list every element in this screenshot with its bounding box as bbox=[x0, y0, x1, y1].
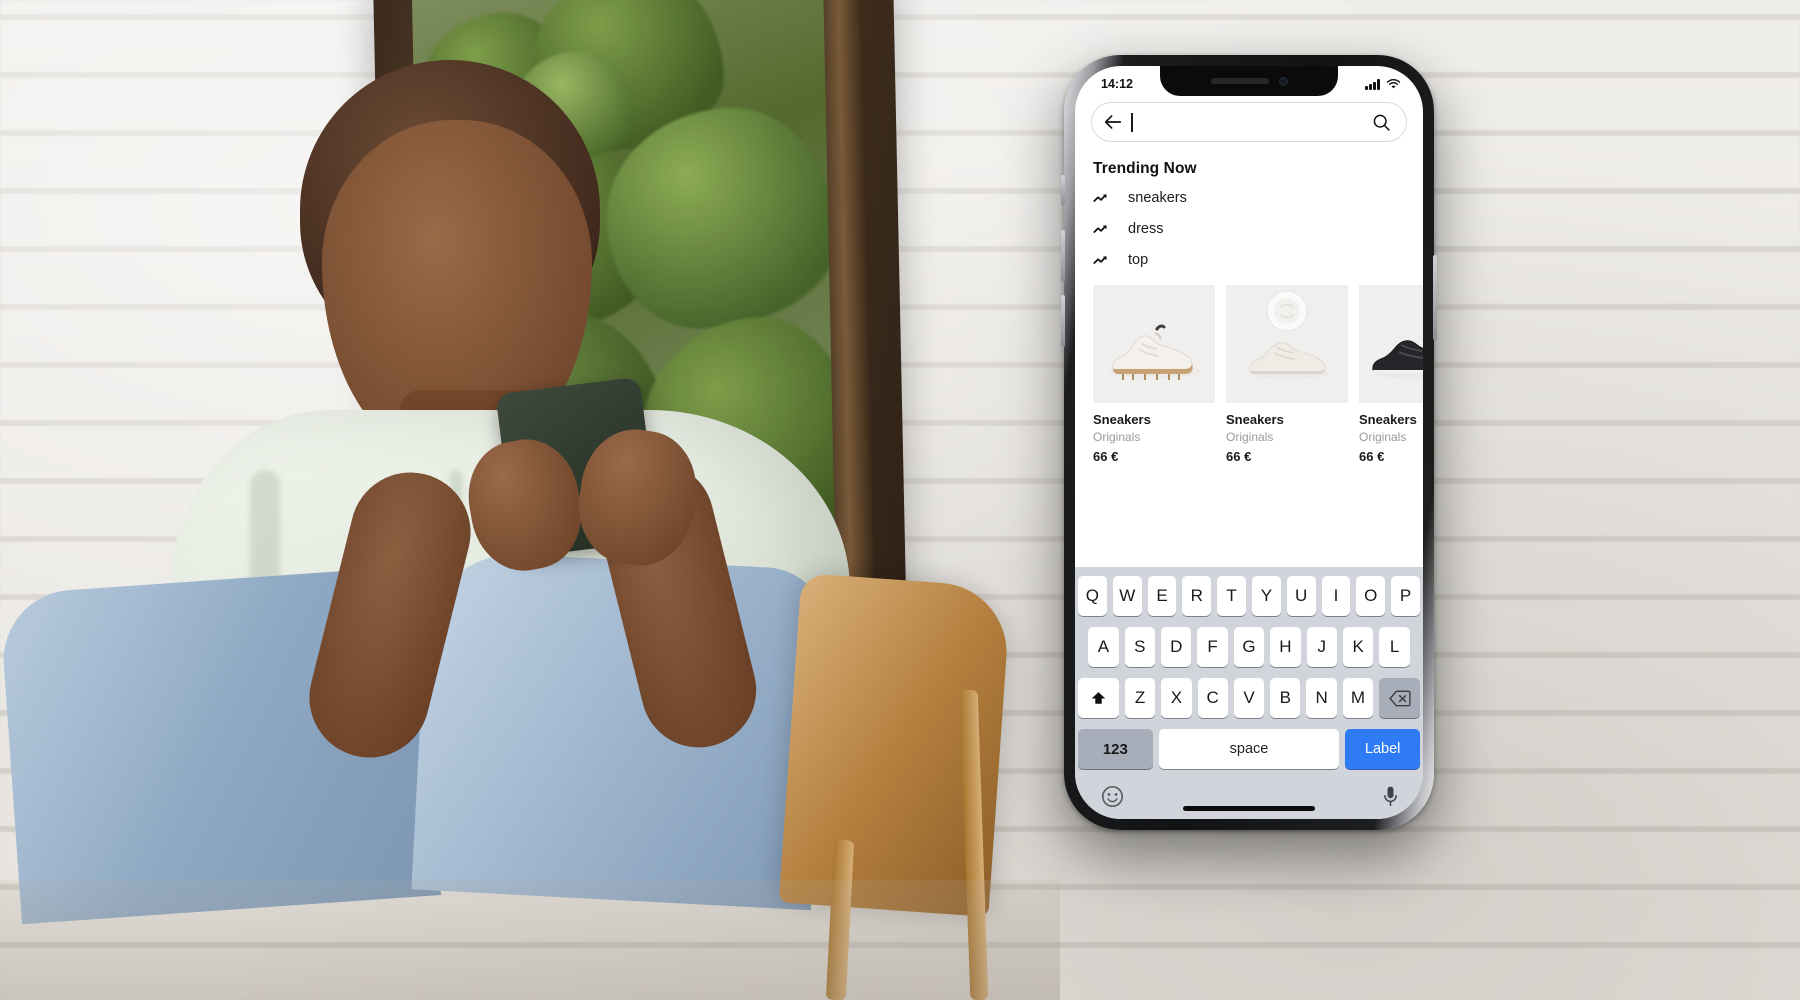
shift-up-icon bbox=[1091, 691, 1106, 704]
key-z[interactable]: Z bbox=[1124, 678, 1156, 718]
product-price: 66 € bbox=[1093, 449, 1119, 464]
phone-screen: 14:12 Trending Now sneakers dress top Sn… bbox=[1075, 66, 1423, 819]
product-brand: Originals bbox=[1093, 430, 1141, 444]
keyboard-row-1: Q W E R T Y U I O P bbox=[1078, 576, 1420, 616]
on-screen-keyboard: Q W E R T Y U I O P A S D F G H J K L Z … bbox=[1075, 567, 1423, 819]
backspace-icon bbox=[1388, 690, 1411, 706]
trending-title: Trending Now bbox=[1093, 160, 1197, 177]
key-n[interactable]: N bbox=[1306, 678, 1337, 718]
product-card[interactable]: Sneakers Originals 66 € bbox=[1359, 285, 1423, 464]
product-name: Sneakers bbox=[1359, 412, 1417, 427]
key-m[interactable]: M bbox=[1342, 678, 1374, 718]
product-name: Sneakers bbox=[1093, 412, 1151, 427]
trend-up-icon bbox=[1093, 193, 1107, 202]
trending-item-label: sneakers bbox=[1128, 189, 1187, 206]
status-time: 14:12 bbox=[1101, 77, 1133, 91]
trending-item-label: top bbox=[1128, 251, 1149, 268]
key-r[interactable]: R bbox=[1182, 576, 1212, 616]
key-t[interactable]: T bbox=[1217, 576, 1246, 616]
key-j[interactable]: J bbox=[1306, 627, 1337, 667]
trending-item-top[interactable]: top bbox=[1075, 244, 1423, 275]
keyboard-row-3: Z X C V B N M bbox=[1078, 678, 1420, 718]
product-card[interactable]: Sneakers Originals 66 € bbox=[1093, 285, 1215, 464]
product-image bbox=[1226, 285, 1348, 403]
backspace-key[interactable] bbox=[1379, 678, 1420, 718]
product-image bbox=[1093, 285, 1215, 403]
text-caret bbox=[1131, 112, 1133, 132]
key-x[interactable]: X bbox=[1161, 678, 1192, 718]
key-h[interactable]: H bbox=[1270, 627, 1301, 667]
search-bar-container bbox=[1075, 96, 1423, 142]
product-name: Sneakers bbox=[1226, 412, 1284, 427]
product-card[interactable]: Sneakers Originals 66 € bbox=[1226, 285, 1348, 464]
keyboard-row-2: A S D F G H J K L bbox=[1078, 627, 1420, 667]
key-s[interactable]: S bbox=[1124, 627, 1156, 667]
key-u[interactable]: U bbox=[1286, 576, 1316, 616]
trending-item-sneakers[interactable]: sneakers bbox=[1075, 182, 1423, 213]
action-key[interactable]: Label bbox=[1345, 729, 1420, 769]
key-y[interactable]: Y bbox=[1252, 576, 1281, 616]
back-arrow-icon[interactable] bbox=[1102, 111, 1124, 133]
key-p[interactable]: P bbox=[1391, 576, 1420, 616]
floor bbox=[0, 880, 1060, 1000]
product-price: 66 € bbox=[1226, 449, 1252, 464]
phone-mockup: 14:12 Trending Now sneakers dress top Sn… bbox=[1061, 55, 1437, 830]
trend-up-icon bbox=[1093, 224, 1107, 233]
key-q[interactable]: Q bbox=[1078, 576, 1107, 616]
trend-up-icon bbox=[1093, 255, 1107, 264]
key-c[interactable]: C bbox=[1197, 678, 1228, 718]
key-o[interactable]: O bbox=[1356, 576, 1386, 616]
key-w[interactable]: W bbox=[1112, 576, 1142, 616]
volume-down-button[interactable] bbox=[1061, 295, 1065, 347]
space-key[interactable]: space bbox=[1158, 729, 1340, 769]
search-icon[interactable] bbox=[1371, 112, 1392, 133]
key-d[interactable]: D bbox=[1161, 627, 1192, 667]
wifi-icon bbox=[1386, 78, 1401, 89]
trending-item-dress[interactable]: dress bbox=[1075, 213, 1423, 244]
key-v[interactable]: V bbox=[1233, 678, 1265, 718]
product-price: 66 € bbox=[1359, 449, 1385, 464]
shift-key[interactable] bbox=[1078, 678, 1119, 718]
cellular-signal-icon bbox=[1365, 79, 1380, 90]
key-b[interactable]: B bbox=[1270, 678, 1301, 718]
search-input[interactable] bbox=[1140, 114, 1363, 130]
keyboard-row-4: 123 space Label bbox=[1078, 729, 1420, 769]
search-bar[interactable] bbox=[1091, 102, 1407, 142]
key-a[interactable]: A bbox=[1088, 627, 1119, 667]
emoji-smiley-icon[interactable] bbox=[1100, 784, 1125, 809]
product-image bbox=[1359, 285, 1423, 403]
key-f[interactable]: F bbox=[1197, 627, 1228, 667]
product-carousel[interactable]: Sneakers Originals 66 € Sneakers Origina… bbox=[1075, 275, 1423, 470]
numbers-key[interactable]: 123 bbox=[1078, 729, 1153, 769]
home-indicator[interactable] bbox=[1183, 806, 1315, 811]
product-brand: Originals bbox=[1359, 430, 1407, 444]
volume-up-button[interactable] bbox=[1061, 230, 1065, 282]
product-brand: Originals bbox=[1226, 430, 1274, 444]
microphone-icon[interactable] bbox=[1383, 785, 1398, 808]
key-e[interactable]: E bbox=[1147, 576, 1177, 616]
trending-item-label: dress bbox=[1128, 220, 1164, 237]
key-l[interactable]: L bbox=[1379, 627, 1410, 667]
key-g[interactable]: G bbox=[1233, 627, 1265, 667]
mute-switch[interactable] bbox=[1061, 175, 1065, 205]
status-bar: 14:12 bbox=[1075, 66, 1423, 96]
key-i[interactable]: I bbox=[1321, 576, 1351, 616]
key-k[interactable]: K bbox=[1342, 627, 1374, 667]
background-photo bbox=[0, 0, 1800, 1000]
power-button[interactable] bbox=[1433, 255, 1437, 340]
